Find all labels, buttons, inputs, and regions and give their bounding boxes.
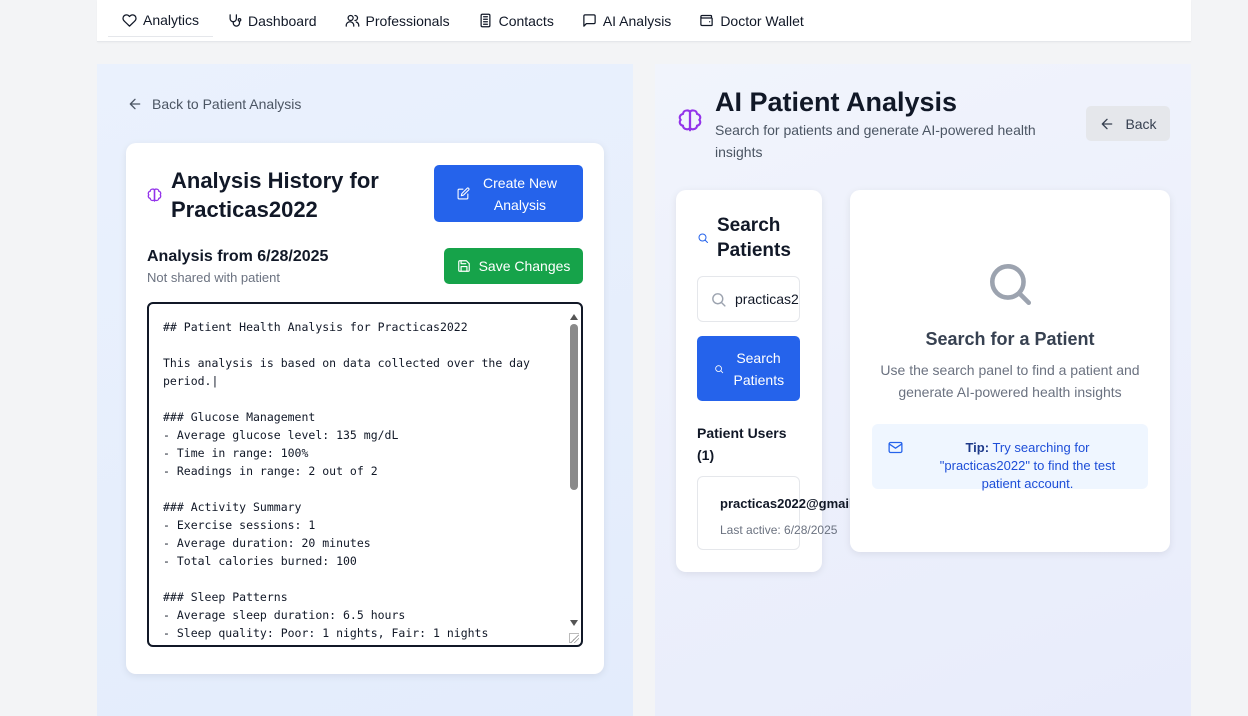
patient-users-label: Patient Users (1)	[697, 425, 787, 463]
message-icon	[583, 14, 596, 27]
create-button-label: Create New Analysis	[483, 174, 557, 213]
nav-item-label: Dashboard	[248, 12, 317, 29]
analysis-date: Analysis from 6/28/2025	[147, 248, 329, 265]
search-patients-card: Search Patients Search Patients Patient …	[676, 190, 883, 572]
search-icon	[698, 233, 708, 243]
mail-icon	[888, 441, 903, 454]
back-to-patient-analysis-link[interactable]: Back to Patient Analysis	[127, 96, 301, 112]
top-navigation: Analytics Dashboard Professionals Contac…	[97, 0, 1191, 42]
search-patients-button[interactable]: Search Patients	[697, 336, 800, 401]
search-input[interactable]	[735, 291, 799, 307]
nav-item-label: Analytics	[143, 12, 200, 28]
tip-box: Tip: Try searching for "practicas2022" t…	[872, 424, 1148, 491]
editor-scrollbar[interactable]	[569, 310, 579, 626]
nav-item-label: AI Analysis	[602, 12, 672, 29]
search-button-label: Search Patients	[733, 349, 785, 388]
nav-item-ai-analysis[interactable]: AI Analysis	[568, 5, 685, 37]
scroll-thumb[interactable]	[570, 324, 578, 490]
search-icon	[712, 292, 726, 307]
nav-item-label: Professionals	[365, 12, 450, 29]
arrow-left-icon	[129, 98, 141, 110]
analysis-history-panel: Back to Patient Analysis Analysis Histor…	[97, 64, 633, 716]
history-header: Analysis History for Practicas2022	[146, 166, 401, 224]
brain-icon	[147, 187, 162, 202]
scroll-up-arrow-icon[interactable]	[570, 314, 578, 320]
tip-text: Tip: Try searching for "practicas2022" t…	[920, 439, 1135, 493]
contacts-icon	[480, 13, 491, 28]
empty-state-title: Search for a Patient	[925, 329, 1095, 349]
save-changes-button[interactable]: Save Changes	[444, 248, 583, 284]
search-icon	[985, 259, 1035, 309]
save-icon	[457, 260, 470, 272]
analysis-text-editor[interactable]: ## Patient Health Analysis for Practicas…	[147, 302, 583, 647]
save-button-label: Save Changes	[478, 258, 571, 274]
analysis-history-card: Analysis History for Practicas2022 Creat…	[126, 143, 604, 674]
nav-item-doctor-wallet[interactable]: Doctor Wallet	[685, 5, 818, 37]
wallet-icon	[700, 14, 714, 27]
empty-state-description: Use the search panel to find a patient a…	[880, 362, 1140, 400]
nav-item-label: Doctor Wallet	[720, 12, 804, 29]
edit-icon	[457, 187, 470, 200]
ai-patient-analysis-panel: AI Patient Analysis Search for patients …	[655, 64, 1191, 716]
nav-item-professionals[interactable]: Professionals	[331, 5, 464, 37]
back-link-label: Back to Patient Analysis	[152, 96, 302, 112]
search-icon	[714, 364, 723, 373]
patient-last-active: Last active: 6/28/2025	[720, 523, 838, 537]
patient-list-item[interactable]: practicas2022@gmail.com Last active: 6/2…	[697, 476, 883, 550]
empty-state-card: Search for a Patient Use the search pane…	[850, 190, 1170, 552]
nav-item-contacts[interactable]: Contacts	[464, 5, 568, 37]
tip-label: Tip:	[965, 440, 990, 455]
nav-item-dashboard[interactable]: Dashboard	[213, 5, 331, 37]
scroll-down-arrow-icon[interactable]	[570, 620, 578, 626]
stethoscope-icon	[229, 14, 242, 27]
brain-icon	[676, 107, 704, 135]
arrow-left-icon	[1102, 118, 1113, 129]
shared-status: Not shared with patient	[147, 270, 280, 285]
history-title: Analysis History for Practicas2022	[171, 168, 379, 222]
resize-grip-icon[interactable]	[569, 633, 579, 643]
users-icon	[345, 14, 359, 27]
create-new-analysis-button[interactable]: Create New Analysis	[434, 165, 583, 222]
back-button-label: Back	[1125, 115, 1157, 132]
search-title: Search Patients	[717, 215, 791, 261]
analysis-text[interactable]: ## Patient Health Analysis for Practicas…	[163, 318, 563, 642]
heart-icon	[122, 13, 137, 27]
page-subtitle: Search for patients and generate AI-powe…	[715, 122, 1036, 160]
search-header: Search Patients	[697, 213, 797, 263]
back-button[interactable]: Back	[1086, 106, 1170, 141]
page-title: AI Patient Analysis	[715, 87, 958, 117]
search-input-wrapper[interactable]	[697, 276, 800, 322]
nav-item-analytics[interactable]: Analytics	[108, 5, 214, 37]
nav-item-label: Contacts	[498, 12, 554, 29]
